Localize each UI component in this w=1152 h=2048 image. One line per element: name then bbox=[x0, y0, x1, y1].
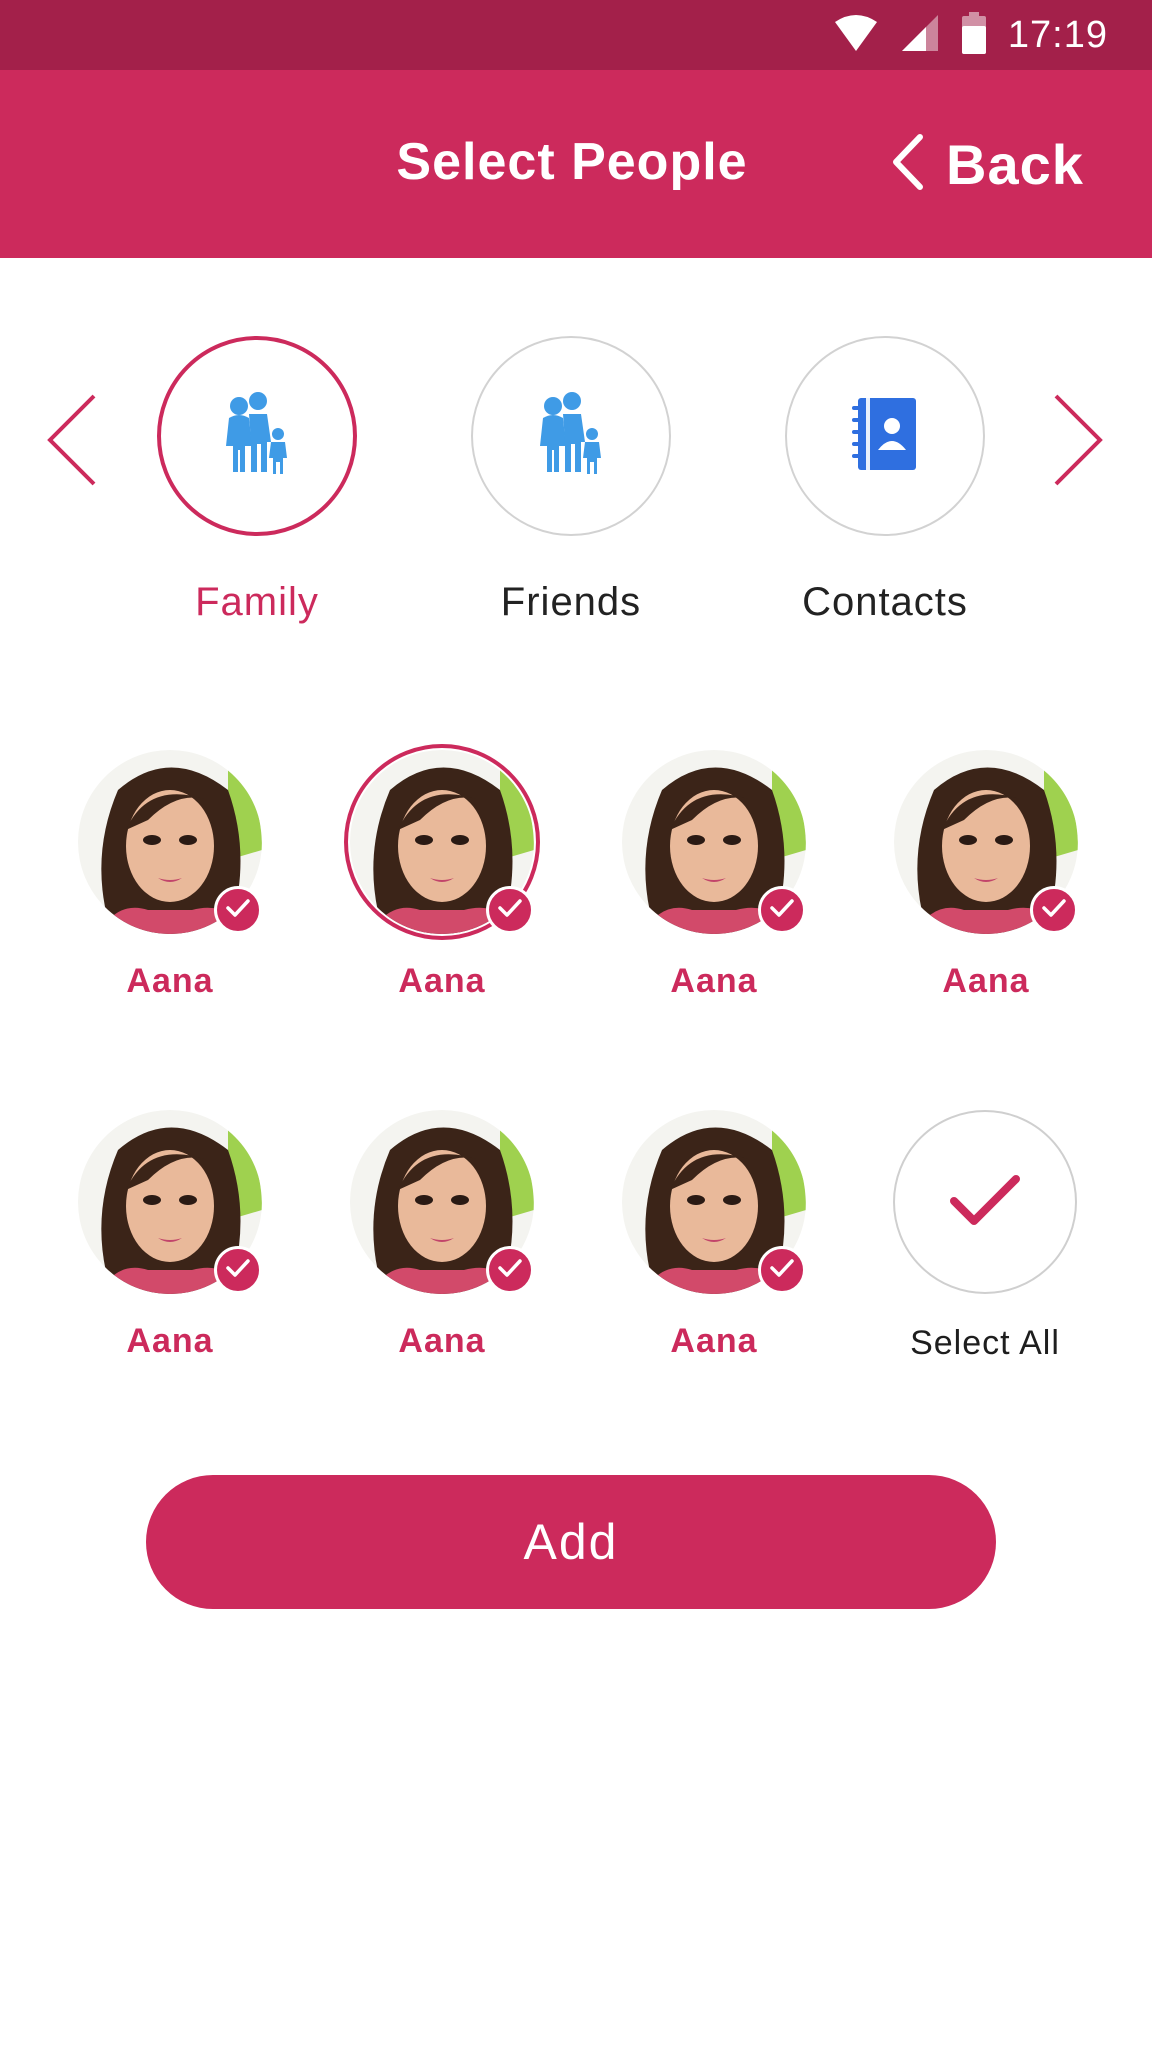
battery-icon bbox=[961, 11, 986, 59]
select-all-button[interactable]: Select All bbox=[893, 1110, 1083, 1370]
status-bar: 17:19 bbox=[0, 0, 1152, 70]
person-item[interactable]: Aana bbox=[78, 1110, 268, 1370]
person-name: Aana bbox=[398, 962, 486, 1000]
checkmark-icon bbox=[1041, 898, 1067, 923]
person-name: Aana bbox=[126, 962, 214, 1000]
status-icons: 17:19 bbox=[834, 0, 1108, 70]
check-badge bbox=[758, 1246, 806, 1294]
add-button[interactable]: Add bbox=[146, 1475, 996, 1609]
category-icon-circle bbox=[471, 336, 671, 536]
back-label: Back bbox=[946, 132, 1084, 196]
person-name: Aana bbox=[398, 1322, 486, 1360]
category-label: Friends bbox=[500, 580, 642, 624]
carousel-prev-button[interactable] bbox=[44, 390, 104, 490]
back-button[interactable]: Back bbox=[890, 126, 1084, 202]
person-name: Aana bbox=[670, 1322, 758, 1360]
person-item[interactable]: Aana bbox=[622, 1110, 812, 1370]
check-badge bbox=[214, 1246, 262, 1294]
category-family[interactable]: Family bbox=[157, 336, 357, 636]
check-badge bbox=[486, 1246, 534, 1294]
checkmark-icon bbox=[769, 898, 795, 923]
checkmark-icon bbox=[497, 898, 523, 923]
person-name: Aana bbox=[670, 962, 758, 1000]
family-icon bbox=[225, 391, 289, 481]
contact-book-icon bbox=[852, 396, 918, 477]
person-item[interactable]: Aana bbox=[344, 744, 540, 1010]
select-all-circle bbox=[893, 1110, 1077, 1294]
check-badge bbox=[214, 886, 262, 934]
person-name: Aana bbox=[126, 1322, 214, 1360]
check-badge bbox=[758, 886, 806, 934]
chevron-left-icon bbox=[890, 133, 924, 196]
category-friends[interactable]: Friends bbox=[471, 336, 671, 636]
check-badge bbox=[486, 886, 534, 934]
check-badge bbox=[1030, 886, 1078, 934]
checkmark-icon bbox=[769, 1258, 795, 1283]
family-icon bbox=[539, 391, 603, 481]
person-item[interactable]: Aana bbox=[894, 750, 1084, 1010]
person-item[interactable]: Aana bbox=[78, 750, 268, 1010]
carousel-next-button[interactable] bbox=[1046, 390, 1106, 490]
checkmark-icon bbox=[225, 898, 251, 923]
chevron-right-icon bbox=[1046, 394, 1106, 494]
category-label: Family bbox=[195, 580, 319, 624]
checkmark-icon bbox=[497, 1258, 523, 1283]
wifi-icon bbox=[834, 14, 878, 57]
category-label: Contacts bbox=[802, 580, 968, 624]
category-icon-circle bbox=[785, 336, 985, 536]
person-item[interactable]: Aana bbox=[622, 750, 812, 1010]
checkmark-icon bbox=[225, 1258, 251, 1283]
app-header: Select People Back bbox=[0, 70, 1152, 258]
select-all-label: Select All bbox=[910, 1324, 1060, 1362]
person-item[interactable]: Aana bbox=[350, 1110, 540, 1370]
status-time: 17:19 bbox=[1007, 13, 1108, 56]
category-contacts[interactable]: Contacts bbox=[785, 336, 985, 636]
person-name: Aana bbox=[942, 962, 1030, 1000]
category-icon-circle bbox=[157, 336, 357, 536]
checkmark-icon bbox=[949, 1173, 1021, 1232]
chevron-left-icon bbox=[44, 394, 104, 494]
signal-icon bbox=[900, 13, 940, 58]
